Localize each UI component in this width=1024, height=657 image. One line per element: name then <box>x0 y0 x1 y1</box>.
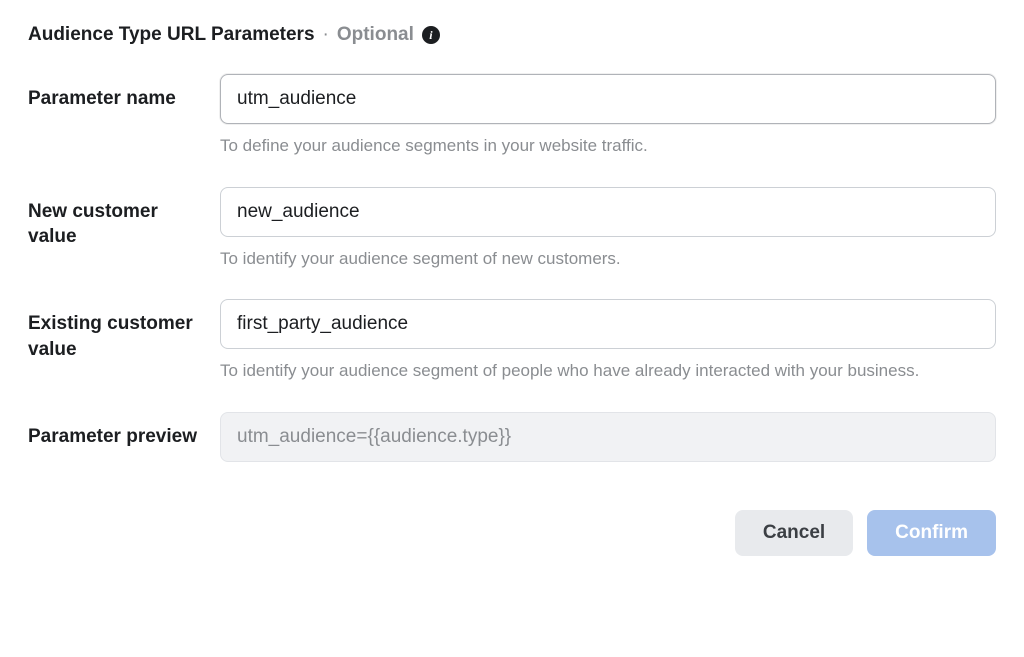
help-parameter-name: To define your audience segments in your… <box>220 134 996 159</box>
confirm-button[interactable]: Confirm <box>867 510 996 556</box>
input-new-customer-value[interactable] <box>220 187 996 237</box>
preview-parameter: utm_audience={{audience.type}} <box>220 412 996 462</box>
row-new-customer-value: New customer value To identify your audi… <box>28 187 996 290</box>
info-icon[interactable]: i <box>422 26 440 44</box>
input-parameter-name[interactable] <box>220 74 996 124</box>
optional-label: Optional <box>337 24 414 46</box>
input-existing-customer-value[interactable] <box>220 299 996 349</box>
section-header: Audience Type URL Parameters · Optional … <box>28 24 996 46</box>
help-new-customer-value: To identify your audience segment of new… <box>220 247 996 272</box>
label-parameter-preview: Parameter preview <box>28 412 220 450</box>
label-existing-customer-value: Existing customer value <box>28 299 220 362</box>
button-row: Cancel Confirm <box>28 510 996 556</box>
cancel-button[interactable]: Cancel <box>735 510 853 556</box>
separator-dot: · <box>323 24 329 46</box>
section-title: Audience Type URL Parameters <box>28 24 315 46</box>
label-new-customer-value: New customer value <box>28 187 220 250</box>
row-parameter-name: Parameter name To define your audience s… <box>28 74 996 177</box>
help-existing-customer-value: To identify your audience segment of peo… <box>220 359 996 384</box>
row-parameter-preview: Parameter preview utm_audience={{audienc… <box>28 412 996 462</box>
label-parameter-name: Parameter name <box>28 74 220 112</box>
row-existing-customer-value: Existing customer value To identify your… <box>28 299 996 402</box>
